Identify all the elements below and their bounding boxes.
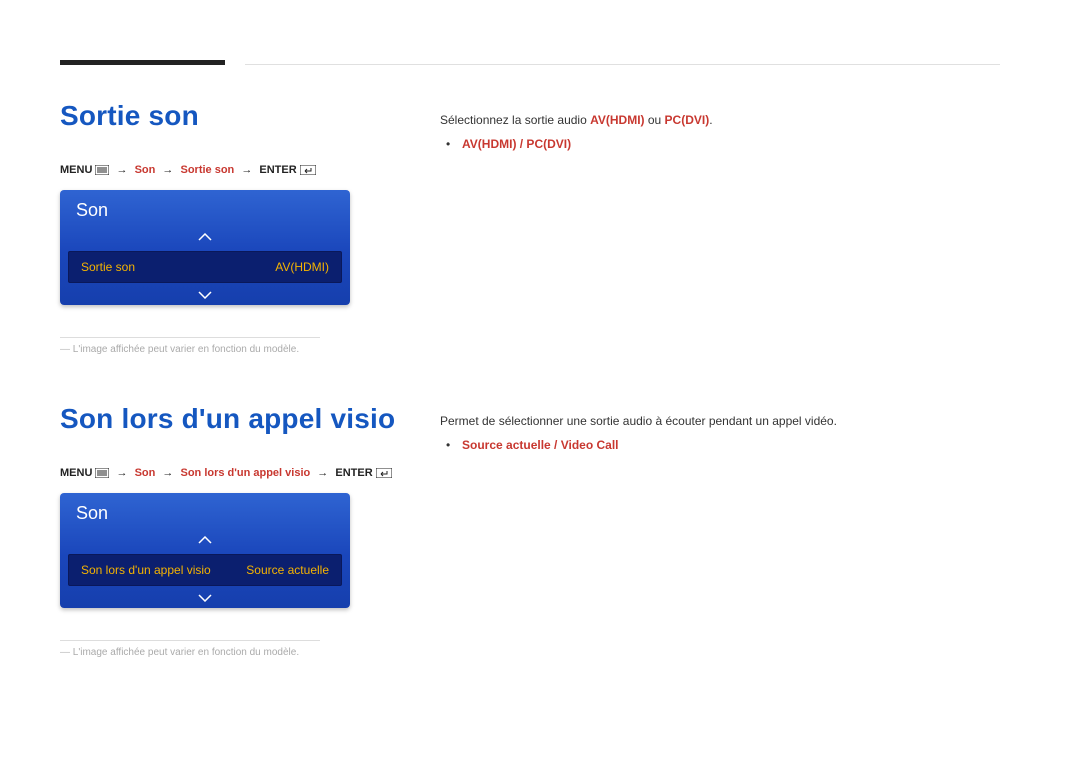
bc-enter: ENTER xyxy=(259,164,296,176)
row-label: Son lors d'un appel visio xyxy=(81,563,211,577)
chevron-down-icon[interactable] xyxy=(60,287,350,305)
section-sortie-son: Sortie son MENU → Son → Sortie son → ENT… xyxy=(60,100,1000,355)
list-item: AV(HDMI) / PC(DVI) xyxy=(456,134,1000,154)
section-title: Sortie son xyxy=(60,100,440,132)
bc-arrow: → xyxy=(113,164,132,176)
bc-menu: MENU xyxy=(60,467,92,479)
panel-title: Son xyxy=(60,190,350,229)
header-rule xyxy=(245,64,1000,65)
desc-em: PC(DVI) xyxy=(665,113,710,127)
desc-em: AV(HDMI) xyxy=(590,113,644,127)
breadcrumb: MENU → Son → Son lors d'un appel visio →… xyxy=(60,467,440,481)
description: Sélectionnez la sortie audio AV(HDMI) ou… xyxy=(440,110,1000,130)
bc-path-2: Sortie son xyxy=(180,164,234,176)
panel-title: Son xyxy=(60,493,350,532)
panel-row-selected[interactable]: Sortie son AV(HDMI) xyxy=(68,251,342,283)
bc-arrow: → xyxy=(313,467,332,479)
option-text: AV(HDMI) / PC(DVI) xyxy=(462,137,571,151)
bc-path-2: Son lors d'un appel visio xyxy=(180,467,310,479)
osd-panel: Son Sortie son AV(HDMI) xyxy=(60,190,350,305)
footnote-rule xyxy=(60,640,320,641)
footnote-rule xyxy=(60,337,320,338)
desc-text: Sélectionnez la sortie audio xyxy=(440,113,590,127)
chevron-up-icon[interactable] xyxy=(60,532,350,550)
right-column: Permet de sélectionner une sortie audio … xyxy=(440,403,1000,456)
option-list: AV(HDMI) / PC(DVI) xyxy=(440,134,1000,154)
bc-arrow: → xyxy=(237,164,256,176)
option-text: Source actuelle / Video Call xyxy=(462,438,619,452)
description: Permet de sélectionner une sortie audio … xyxy=(440,411,1000,431)
list-item: Source actuelle / Video Call xyxy=(456,435,1000,455)
row-value: AV(HDMI) xyxy=(275,260,329,274)
menu-icon xyxy=(95,165,109,178)
option-list: Source actuelle / Video Call xyxy=(440,435,1000,455)
desc-text: . xyxy=(709,113,712,127)
bc-enter: ENTER xyxy=(335,467,372,479)
breadcrumb: MENU → Son → Sortie son → ENTER xyxy=(60,164,440,178)
bc-path-1: Son xyxy=(135,467,156,479)
row-value: Source actuelle xyxy=(246,563,329,577)
osd-panel: Son Son lors d'un appel visio Source act… xyxy=(60,493,350,608)
panel-row-selected[interactable]: Son lors d'un appel visio Source actuell… xyxy=(68,554,342,586)
bc-arrow: → xyxy=(158,467,177,479)
bc-arrow: → xyxy=(158,164,177,176)
bc-arrow: → xyxy=(113,467,132,479)
left-column: Son lors d'un appel visio MENU → Son → S… xyxy=(60,403,440,658)
chevron-down-icon[interactable] xyxy=(60,590,350,608)
footnote: L'image affichée peut varier en fonction… xyxy=(60,647,440,658)
bc-menu: MENU xyxy=(60,164,92,176)
enter-icon xyxy=(376,468,392,481)
left-column: Sortie son MENU → Son → Sortie son → ENT… xyxy=(60,100,440,355)
bc-path-1: Son xyxy=(135,164,156,176)
section-title: Son lors d'un appel visio xyxy=(60,403,440,435)
chevron-up-icon[interactable] xyxy=(60,229,350,247)
row-label: Sortie son xyxy=(81,260,135,274)
enter-icon xyxy=(300,165,316,178)
section-son-appel-visio: Son lors d'un appel visio MENU → Son → S… xyxy=(60,403,1000,658)
footnote: L'image affichée peut varier en fonction… xyxy=(60,344,440,355)
page: Sortie son MENU → Son → Sortie son → ENT… xyxy=(0,0,1080,763)
header-bar xyxy=(60,60,225,65)
right-column: Sélectionnez la sortie audio AV(HDMI) ou… xyxy=(440,100,1000,155)
desc-text: ou xyxy=(645,113,665,127)
menu-icon xyxy=(95,468,109,481)
